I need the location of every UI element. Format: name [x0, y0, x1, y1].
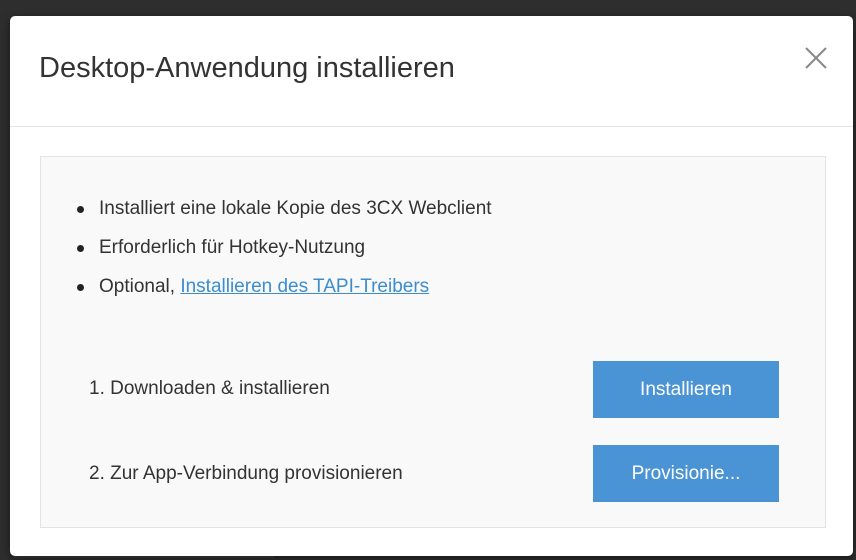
dialog-title: Desktop-Anwendung installieren — [39, 52, 455, 84]
close-button[interactable] — [800, 42, 832, 74]
feature-list: Installiert eine lokale Kopie des 3CX We… — [77, 197, 492, 314]
feature-text: Installiert eine lokale Kopie des 3CX We… — [99, 198, 492, 219]
list-item: Installiert eine lokale Kopie des 3CX We… — [77, 197, 492, 236]
close-icon — [805, 47, 827, 69]
install-info-panel: Installiert eine lokale Kopie des 3CX We… — [40, 156, 826, 528]
feature-text: Optional, — [99, 276, 181, 297]
list-item: Optional, Installieren des TAPI-Treibers — [77, 275, 492, 314]
install-tapi-driver-link[interactable]: Installieren des TAPI-Treibers — [180, 276, 429, 297]
provision-button[interactable]: Provisionie... — [593, 445, 779, 502]
bullet-icon — [77, 206, 84, 213]
dialog-header: Desktop-Anwendung installieren — [10, 16, 853, 127]
bullet-icon — [77, 245, 84, 252]
step-download-label: 1. Downloaden & installieren — [89, 378, 330, 399]
feature-text: Erforderlich für Hotkey-Nutzung — [99, 237, 366, 258]
install-desktop-app-dialog: Desktop-Anwendung installieren Installie… — [10, 16, 853, 556]
step-provision-label: 2. Zur App-Verbindung provisionieren — [89, 463, 403, 484]
list-item: Erforderlich für Hotkey-Nutzung — [77, 236, 492, 275]
bullet-icon — [77, 284, 84, 291]
install-button[interactable]: Installieren — [593, 361, 779, 418]
